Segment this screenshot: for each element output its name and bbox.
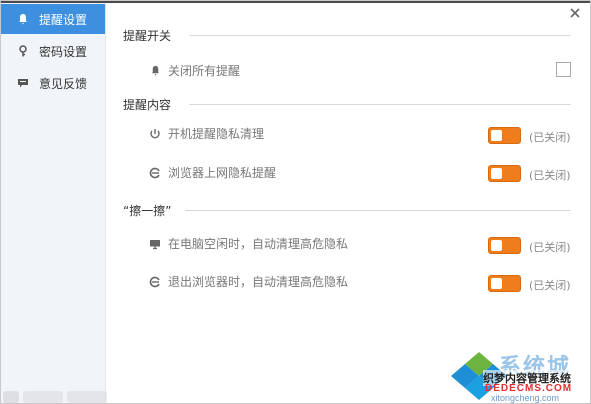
sidebar-item-label: 提醒设置 (39, 12, 88, 27)
monitor-icon (148, 237, 162, 251)
exit-browser-cleanup-toggle[interactable] (488, 275, 521, 292)
idle-cleanup-toggle[interactable] (488, 237, 521, 254)
watermark-site-2: DEDECMS.COM (485, 383, 573, 394)
row-boot-privacy-cleanup: 开机提醒隐私清理 (148, 125, 264, 142)
toggle-status: (已关闭) (529, 169, 571, 182)
bell-icon (15, 11, 31, 27)
close-all-reminders-checkbox[interactable] (556, 62, 571, 77)
watermark-brand: 系统城 (499, 354, 572, 379)
browser-icon (148, 166, 162, 180)
toggle-knob (491, 168, 502, 179)
site-watermark: 系统城 织梦内容管理系统 DEDECMS.COM xitongcheng.com (441, 346, 590, 403)
row-label-text: 关闭所有提醒 (168, 64, 241, 78)
close-button[interactable] (567, 5, 583, 21)
section-divider (189, 35, 571, 36)
sidebar: 提醒设置 密码设置 意见反馈 (1, 3, 106, 403)
toggle-knob (491, 278, 502, 289)
watermark-url: xitongcheng.com (491, 393, 560, 403)
row-label-text: 退出浏览器时，自动清理高危隐私 (168, 275, 349, 289)
row-label-text: 在电脑空闲时，自动清理高危隐私 (168, 237, 349, 251)
sidebar-item-feedback[interactable]: 意见反馈 (1, 68, 105, 98)
boot-privacy-toggle[interactable] (488, 127, 521, 144)
browser-icon (148, 275, 162, 289)
row-idle-auto-cleanup: 在电脑空闲时，自动清理高危隐私 (148, 235, 348, 252)
toggle-status: (已关闭) (529, 241, 571, 254)
feedback-icon (15, 75, 31, 91)
sidebar-item-password-settings[interactable]: 密码设置 (1, 36, 105, 66)
sidebar-item-reminder-settings[interactable]: 提醒设置 (1, 4, 105, 34)
sidebar-item-label: 意见反馈 (39, 76, 88, 91)
close-icon (570, 8, 580, 18)
row-exit-browser-cleanup: 退出浏览器时，自动清理高危隐私 (148, 273, 348, 290)
section-divider (185, 210, 571, 211)
row-label-text: 浏览器上网隐私提醒 (168, 166, 277, 180)
section-divider (189, 104, 571, 105)
toggle-knob (491, 130, 502, 141)
watermark-site-1: 织梦内容管理系统 (483, 370, 571, 386)
section-title-wipe: “擦一擦” (123, 204, 172, 218)
toggle-status: (已关闭) (529, 131, 571, 144)
row-browser-privacy-reminder: 浏览器上网隐私提醒 (148, 164, 276, 181)
settings-window: 提醒设置 密码设置 意见反馈 提醒开关 关闭所有提醒 提醒内容 开机提醒隐私清理 (0, 0, 591, 404)
windows-logo-icon (451, 352, 507, 400)
row-close-all-reminders: 关闭所有提醒 (148, 62, 240, 79)
browser-privacy-toggle[interactable] (488, 165, 521, 182)
section-title-reminder-switch: 提醒开关 (123, 29, 172, 43)
toggle-knob (491, 240, 502, 251)
toggle-status: (已关闭) (529, 279, 571, 292)
section-title-reminder-content: 提醒内容 (123, 98, 172, 112)
row-label-text: 开机提醒隐私清理 (168, 127, 265, 141)
power-icon (148, 127, 162, 141)
bell-icon (148, 64, 162, 78)
key-icon (15, 43, 31, 59)
sidebar-item-label: 密码设置 (39, 44, 88, 59)
